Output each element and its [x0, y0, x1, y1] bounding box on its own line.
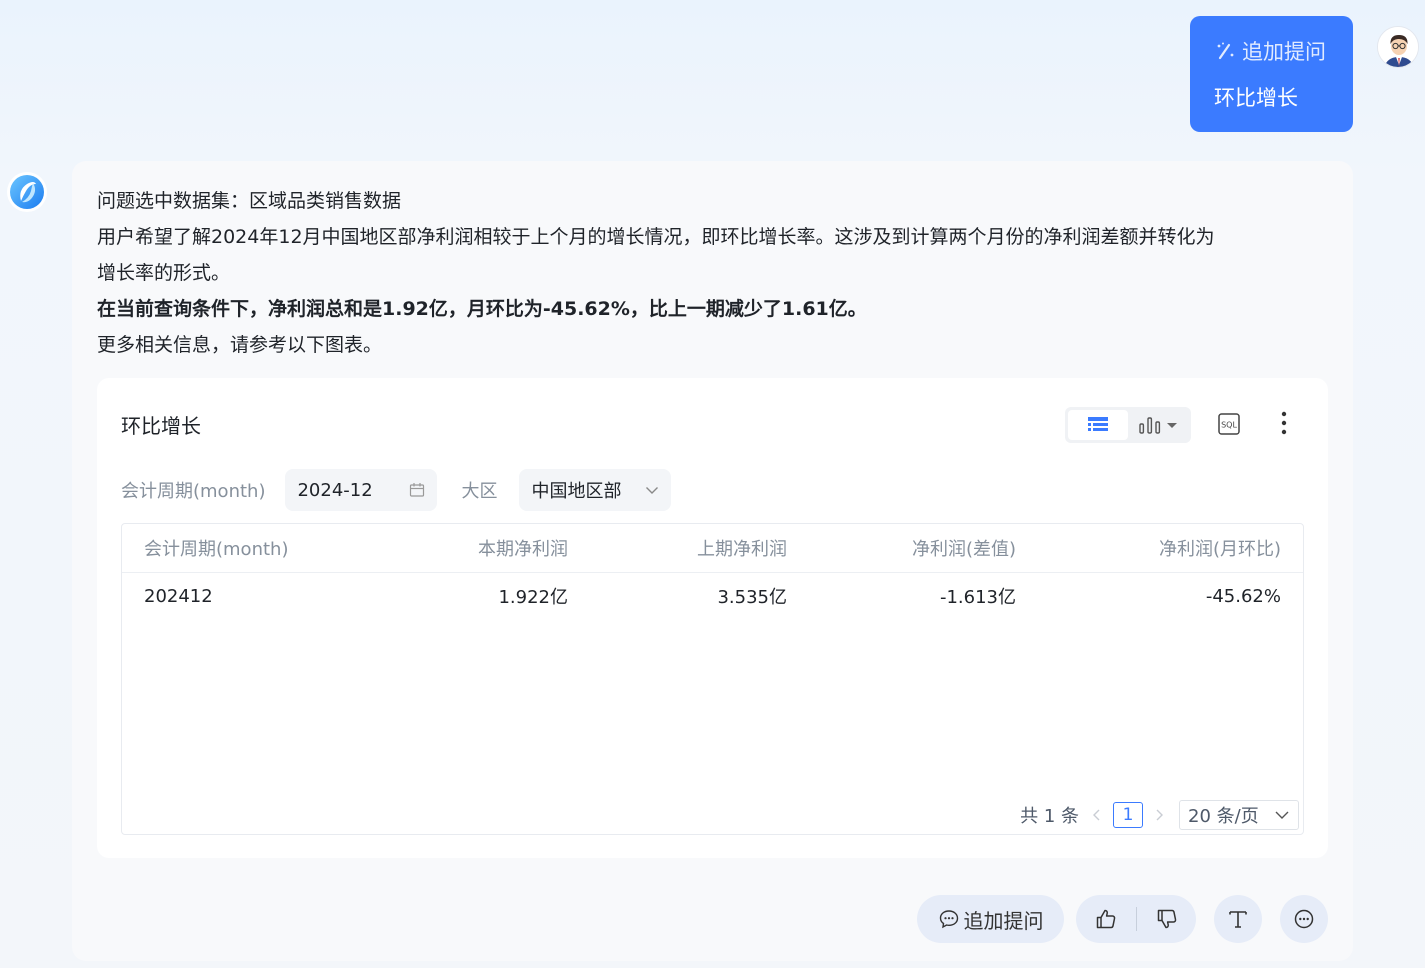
table-cell: -1.613亿 — [939, 587, 1016, 609]
follow-up-tag-label: 追加提问 — [1242, 40, 1326, 64]
table-cell: -45.62% — [1205, 585, 1281, 607]
follow-up-button[interactable]: 追加提问 — [917, 895, 1064, 943]
caret-down-icon — [1167, 423, 1177, 428]
page-size-value: 20 条/页 — [1188, 806, 1259, 827]
table-view-button[interactable] — [1068, 410, 1128, 440]
like-button[interactable] — [1076, 895, 1136, 943]
period-date-picker[interactable]: 2024-12 — [285, 469, 438, 511]
region-select[interactable]: 中国地区部 — [519, 469, 672, 511]
chart-view-dropdown[interactable] — [1128, 416, 1188, 434]
column-header-profit-mom[interactable]: 净利润(月环比) — [1038, 524, 1303, 573]
feedback-group — [1076, 895, 1196, 943]
table-header-row: 会计周期(month) 本期净利润 上期净利润 净利润(差值) 净利润(月环比) — [122, 524, 1303, 573]
dislike-button[interactable] — [1137, 895, 1196, 943]
chevron-down-icon — [1275, 811, 1289, 819]
column-header-previous-profit[interactable]: 上期净利润 — [590, 524, 809, 573]
answer-more-info-line: 更多相关信息，请参考以下图表。 — [97, 334, 383, 356]
answer-dataset-line: 问题选中数据集：区域品类销售数据 — [97, 190, 402, 212]
more-horizontal-circle-icon — [1294, 909, 1314, 929]
user-message-bubble: 追加提问 环比增长 — [1190, 16, 1353, 132]
table-cell: 3.535亿 — [717, 587, 787, 609]
table-cell: 202412 — [144, 585, 213, 607]
answer-result-line: 在当前查询条件下，净利润总和是1.92亿，月环比为-45.62%，比上一期减少了… — [97, 298, 867, 320]
bar-chart-icon — [1139, 417, 1161, 434]
page-size-select[interactable]: 20 条/页 — [1179, 800, 1299, 830]
result-panel: 环比增长 SQL 会计周期(month) 2024-12 大区 中国地区部 会计… — [97, 378, 1328, 858]
magic-wand-icon — [1217, 42, 1234, 60]
answer-analysis-line-cont: 增长率的形式。 — [97, 262, 231, 284]
calendar-icon — [410, 483, 425, 497]
result-table: 会计周期(month) 本期净利润 上期净利润 净利润(差值) 净利润(月环比)… — [122, 524, 1303, 620]
period-filter-value: 2024-12 — [297, 479, 373, 501]
filter-bar: 会计周期(month) 2024-12 大区 中国地区部 — [121, 469, 672, 511]
follow-up-button-label: 追加提问 — [963, 908, 1044, 933]
text-format-icon — [1229, 911, 1247, 928]
column-header-current-profit[interactable]: 本期净利润 — [382, 524, 590, 573]
answer-text: 问题选中数据集：区域品类销售数据 用户希望了解2024年12月中国地区部净利润相… — [97, 183, 1337, 363]
thumbs-up-icon — [1096, 909, 1116, 929]
user-avatar — [1377, 26, 1419, 68]
pagination-total: 共 1 条 — [1020, 806, 1079, 827]
assistant-logo-icon — [10, 175, 44, 209]
period-filter-label: 会计周期(month) — [121, 481, 266, 502]
more-options-button[interactable] — [1279, 410, 1289, 440]
view-switch — [1065, 407, 1191, 443]
chevron-left-icon[interactable] — [1089, 807, 1105, 823]
user-message-text: 环比增长 — [1214, 86, 1298, 110]
table-cell: 1.922亿 — [498, 587, 568, 609]
table-row: 202412 1.922亿 3.535亿 -1.613亿 -45.62% — [122, 572, 1303, 620]
pagination-page-1[interactable]: 1 — [1113, 802, 1143, 828]
chat-bubble-icon — [939, 910, 958, 929]
user-avatar-icon — [1378, 27, 1418, 67]
region-filter-value: 中国地区部 — [531, 481, 622, 502]
region-filter-label: 大区 — [461, 481, 498, 502]
chevron-right-icon[interactable] — [1151, 807, 1167, 823]
more-actions-button[interactable] — [1280, 895, 1328, 943]
answer-analysis-line: 用户希望了解2024年12月中国地区部净利润相较于上个月的增长情况，即环比增长率… — [97, 226, 1215, 248]
sql-icon: SQL — [1218, 413, 1240, 435]
thumbs-down-icon — [1157, 909, 1176, 929]
panel-title: 环比增长 — [121, 414, 201, 438]
sql-icon-label: SQL — [1221, 421, 1237, 430]
column-header-profit-diff[interactable]: 净利润(差值) — [809, 524, 1038, 573]
pagination: 共 1 条 1 20 条/页 — [1020, 800, 1299, 830]
result-table-container: 会计周期(month) 本期净利润 上期净利润 净利润(差值) 净利润(月环比)… — [121, 523, 1304, 835]
chevron-down-icon — [646, 487, 659, 494]
assistant-answer-card: 问题选中数据集：区域品类销售数据 用户希望了解2024年12月中国地区部净利润相… — [72, 161, 1353, 961]
more-vertical-icon — [1281, 411, 1287, 435]
text-format-button[interactable] — [1214, 895, 1262, 943]
column-header-period[interactable]: 会计周期(month) — [122, 524, 382, 573]
assistant-avatar — [7, 172, 47, 212]
follow-up-tag: 追加提问 — [1214, 36, 1329, 66]
sql-button[interactable]: SQL — [1217, 412, 1241, 440]
table-icon — [1088, 417, 1108, 431]
